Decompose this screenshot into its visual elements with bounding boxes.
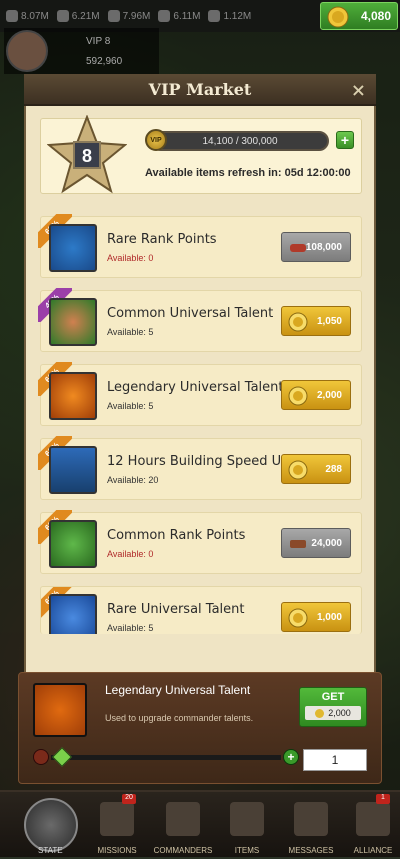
buy-button[interactable]: 108,000	[281, 232, 351, 262]
rare-universal-talent-icon	[49, 594, 97, 634]
buy-button[interactable]: 288	[281, 454, 351, 484]
steel-icon	[158, 10, 171, 22]
quantity-input[interactable]: 1	[303, 749, 367, 771]
vip-level-number: 8	[82, 146, 92, 166]
vip-progress-bar: 14,100 / 300,000	[151, 131, 329, 151]
slider-handle[interactable]	[52, 747, 72, 767]
lumber-icon	[208, 10, 221, 22]
avatar[interactable]	[6, 30, 48, 72]
market-item-list: 60% Rare Rank Points Available: 0 108,00…	[38, 214, 362, 646]
item-name: Common Universal Talent	[107, 306, 274, 321]
item-availability: Available: 5	[107, 327, 154, 337]
item-availability: Available: 5	[107, 623, 154, 633]
vip-market-modal: VIP Market × 8 14,100 / 300,000 VIP + Av…	[24, 74, 376, 674]
gold-coin-icon	[288, 460, 308, 480]
item-name: Legendary Universal Talent	[107, 380, 284, 395]
add-vip-points-button[interactable]: +	[336, 131, 354, 149]
buy-button[interactable]: 1,050	[281, 306, 351, 336]
vip-level-star-icon: 8	[47, 115, 127, 194]
commanders-icon	[166, 802, 200, 836]
list-item[interactable]: 60% Common Rank Points Available: 0 24,0…	[38, 510, 362, 574]
vip-status-card: 8 14,100 / 300,000 VIP + Available items…	[40, 115, 362, 194]
legendary-universal-talent-icon	[33, 683, 87, 737]
resource-food[interactable]: 7.96M	[107, 10, 150, 22]
item-availability: Available: 0	[107, 549, 154, 559]
buy-button[interactable]: 24,000	[281, 528, 351, 558]
buy-button[interactable]: 2,000	[281, 380, 351, 410]
nav-messages[interactable]: MESSAGES	[276, 792, 346, 859]
close-icon[interactable]: ×	[351, 80, 366, 101]
get-button[interactable]: GET 2,000	[299, 687, 367, 727]
alliance-badge: 1	[376, 794, 390, 804]
building-speed-up-icon	[49, 446, 97, 494]
common-rank-points-icon	[49, 520, 97, 568]
item-detail-panel: Legendary Universal Talent Used to upgra…	[18, 672, 382, 784]
power-label: 592,960	[86, 56, 123, 67]
vip-badge-icon: VIP	[145, 129, 167, 151]
resource-ore[interactable]: 8.07M	[6, 10, 49, 22]
missions-badge: 20	[122, 794, 136, 804]
list-item[interactable]: 60% Rare Universal Talent Available: 5 1…	[40, 586, 362, 634]
item-name: 12 Hours Building Speed Up	[107, 454, 290, 469]
nav-commanders[interactable]: COMMANDERS	[148, 792, 218, 859]
gold-coin-icon	[288, 386, 308, 406]
slider-track[interactable]	[51, 755, 281, 760]
list-item[interactable]: 60% Legendary Universal Talent Available…	[38, 362, 362, 426]
quantity-slider[interactable]: +	[33, 747, 299, 767]
ore-icon	[6, 10, 18, 22]
messages-icon	[294, 802, 328, 836]
item-name: Rare Universal Talent	[107, 602, 245, 617]
state-icon	[24, 798, 78, 852]
gold-coin-icon	[327, 6, 349, 28]
item-availability: Available: 20	[107, 475, 159, 485]
legendary-universal-talent-icon	[49, 372, 97, 420]
item-availability: Available: 5	[107, 401, 154, 411]
bottom-navigation: STATE MISSIONS 20 COMMANDERS ITEMS MESSA…	[0, 790, 400, 857]
items-icon	[230, 802, 264, 836]
resource-steel[interactable]: 6.11M	[158, 10, 200, 22]
detail-item-name: Legendary Universal Talent	[105, 683, 251, 697]
decrease-quantity-button[interactable]	[33, 749, 49, 765]
rare-rank-points-icon	[49, 224, 97, 272]
alliance-icon	[356, 802, 390, 836]
rank-points-icon	[290, 540, 306, 548]
item-name: Common Rank Points	[107, 528, 246, 543]
gold-coin-icon	[288, 608, 308, 628]
list-item[interactable]: 40% Common Universal Talent Available: 5…	[38, 288, 362, 352]
oil-icon	[56, 10, 69, 22]
detail-item-description: Used to upgrade commander talents.	[105, 713, 254, 723]
missions-icon	[100, 802, 134, 836]
modal-title: VIP Market	[148, 79, 252, 99]
rank-points-icon	[290, 244, 306, 252]
nav-alliance[interactable]: ALLIANCE 1	[338, 792, 400, 859]
nav-state[interactable]: STATE	[14, 792, 86, 859]
resource-lumber[interactable]: 1.12M	[208, 10, 251, 22]
resource-oil[interactable]: 6.21M	[56, 10, 100, 22]
buy-button[interactable]: 1,000	[281, 602, 351, 632]
refresh-timer: Available items refresh in: 05d 12:00:00	[145, 167, 351, 179]
item-name: Rare Rank Points	[107, 232, 217, 247]
modal-header: VIP Market ×	[24, 74, 376, 106]
item-availability: Available: 0	[107, 253, 154, 263]
get-price: 2,000	[305, 706, 361, 720]
vip-label: VIP 8	[86, 36, 111, 47]
nav-missions[interactable]: MISSIONS 20	[82, 792, 152, 859]
list-item[interactable]: 60% Rare Rank Points Available: 0 108,00…	[38, 214, 362, 278]
common-universal-talent-icon	[49, 298, 97, 346]
gold-coin-icon	[315, 708, 325, 718]
food-icon	[107, 10, 120, 22]
get-label: GET	[321, 691, 345, 703]
profile-panel[interactable]: VIP 8 592,960	[4, 28, 159, 74]
gold-balance-button[interactable]: 4,080	[320, 2, 398, 30]
nav-items[interactable]: ITEMS	[212, 792, 282, 859]
increase-quantity-button[interactable]: +	[283, 749, 299, 765]
gold-coin-icon	[288, 312, 308, 332]
list-item[interactable]: 60% 12 Hours Building Speed Up Available…	[38, 436, 362, 500]
vip-progress-text: 14,100 / 300,000	[202, 135, 278, 147]
